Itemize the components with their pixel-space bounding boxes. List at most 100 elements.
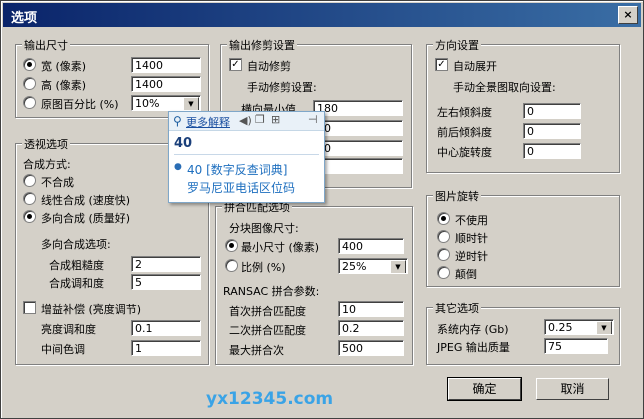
linear-merge-label: 线性合成 (速度快) — [41, 194, 131, 207]
max-match-input[interactable]: 500 — [338, 340, 404, 356]
first-match-label: 首次拼合匹配度 — [229, 305, 306, 318]
manual-crop-label: 手动修剪设置: — [247, 81, 317, 94]
popup-entry-detail: 罗马尼亚电话区位码 — [187, 181, 296, 195]
tile-size-label: 分块图像尺寸: — [229, 222, 299, 235]
max-match-label: 最大拼合次 — [229, 344, 284, 357]
width-label: 宽 (像素) — [41, 60, 87, 73]
speaker-icon[interactable]: ◀) — [239, 114, 252, 127]
blend-label: 合成调和度 — [49, 277, 104, 290]
memory-label: 系统内存 (Gb) — [437, 323, 509, 336]
height-input[interactable]: 1400 — [131, 76, 201, 92]
brightness-label: 亮度调和度 — [41, 323, 96, 336]
auto-crop-label: 自动修剪 — [247, 60, 291, 73]
rough-input[interactable]: 2 — [131, 256, 201, 272]
multi-merge-label: 多向合成 (质量好) — [41, 212, 131, 225]
close-button[interactable]: × — [618, 6, 638, 24]
width-radio[interactable] — [23, 58, 36, 71]
chevron-down-icon[interactable]: ▼ — [596, 321, 612, 334]
popup-toolbar: ⚲ 更多解释 ◀) ❐ ⊞ ⊣ — [169, 112, 324, 131]
fb-tilt-label: 前后倾斜度 — [437, 126, 492, 139]
rotate-label: 图片旋转 — [433, 188, 481, 204]
second-match-label: 二次拼合匹配度 — [229, 324, 306, 337]
midtone-label: 中间色调 — [41, 343, 85, 356]
crop-label: 输出修剪设置 — [227, 37, 297, 53]
percent-radio[interactable] — [23, 96, 36, 109]
blend-input[interactable]: 5 — [131, 274, 201, 290]
title-bar[interactable]: 选项 × — [3, 3, 641, 27]
other-label: 其它选项 — [433, 300, 481, 316]
flip-radio[interactable] — [437, 266, 450, 279]
no-merge-radio[interactable] — [23, 174, 36, 187]
midtone-input[interactable]: 1 — [131, 340, 201, 356]
counterclockwise-radio[interactable] — [437, 248, 450, 261]
no-rotate-radio[interactable] — [437, 212, 450, 225]
window-title: 选项 — [11, 11, 38, 26]
options-dialog: 选项 × 输出尺寸 宽 (像素) 1400 高 (像素) 1400 原图百分比 … — [0, 0, 644, 419]
direction-label: 方向设置 — [433, 37, 481, 53]
min-size-input[interactable]: 400 — [338, 238, 404, 254]
popup-divider — [174, 154, 319, 155]
bullet-icon: ● — [174, 162, 182, 172]
jpeg-quality-label: JPEG 输出质量 — [437, 341, 510, 354]
manual-direction-label: 手动全景图取向设置: — [453, 81, 556, 94]
method-label: 合成方式: — [23, 158, 71, 171]
memory-select[interactable]: 0.25 ▼ — [544, 319, 614, 335]
crop-row4-input[interactable]: 0 — [313, 158, 403, 174]
popup-word: 40 — [174, 136, 193, 151]
crop-row1-input[interactable]: 180 — [313, 100, 403, 116]
lr-tilt-label: 左右倾斜度 — [437, 106, 492, 119]
linear-merge-radio[interactable] — [23, 192, 36, 205]
copy-icon[interactable]: ❐ — [255, 113, 265, 126]
more-explain-link[interactable]: 更多解释 — [186, 114, 230, 130]
crop-row2-input[interactable]: 80 — [313, 120, 403, 136]
counterclockwise-label: 逆时针 — [455, 250, 488, 263]
multi-merge-radio[interactable] — [23, 210, 36, 223]
perspective-label: 透视选项 — [22, 136, 70, 152]
cancel-button[interactable]: 取消 — [536, 378, 609, 400]
center-rotate-label: 中心旋转度 — [437, 146, 492, 159]
ratio-select[interactable]: 25% ▼ — [338, 258, 408, 274]
center-rotate-input[interactable]: 0 — [523, 143, 581, 159]
second-match-input[interactable]: 0.2 — [338, 320, 404, 336]
min-size-label: 最小尺寸 (像素) — [241, 241, 320, 254]
crop-row3-input[interactable]: 00 — [313, 140, 403, 156]
auto-expand-label: 自动展开 — [453, 60, 497, 73]
clockwise-label: 顺时针 — [455, 232, 488, 245]
chevron-down-icon[interactable]: ▼ — [183, 97, 199, 110]
flip-label: 颠倒 — [455, 268, 477, 281]
percent-select-value: 10% — [135, 97, 160, 110]
gain-checkbox[interactable] — [23, 301, 36, 314]
height-radio[interactable] — [23, 77, 36, 90]
brightness-input[interactable]: 0.1 — [131, 320, 201, 336]
dictionary-popup: ⚲ 更多解释 ◀) ❐ ⊞ ⊣ 40 ● 40 [数字反查词典] 罗马尼亚电话区… — [168, 111, 325, 203]
ratio-label: 比例 (%) — [241, 261, 286, 274]
clockwise-radio[interactable] — [437, 230, 450, 243]
multi-options-label: 多向合成选项: — [41, 238, 111, 251]
chevron-down-icon[interactable]: ▼ — [390, 260, 406, 273]
add-icon[interactable]: ⊞ — [271, 113, 280, 126]
memory-select-value: 0.25 — [548, 321, 573, 334]
percent-label: 原图百分比 (%) — [41, 98, 119, 111]
fb-tilt-input[interactable]: 0 — [523, 123, 581, 139]
percent-select[interactable]: 10% ▼ — [131, 95, 201, 111]
popup-entry[interactable]: 40 [数字反查词典] — [187, 161, 287, 178]
no-rotate-label: 不使用 — [455, 214, 488, 227]
output-size-label: 输出尺寸 — [22, 37, 70, 53]
watermark: yx12345.com — [206, 389, 334, 409]
search-icon[interactable]: ⚲ — [173, 114, 182, 128]
height-label: 高 (像素) — [41, 79, 87, 92]
ratio-select-value: 25% — [342, 260, 367, 273]
gain-label: 增益补偿 (亮度调节) — [41, 303, 142, 316]
min-size-radio[interactable] — [225, 239, 238, 252]
auto-crop-checkbox[interactable]: ✓ — [229, 58, 242, 71]
auto-expand-checkbox[interactable]: ✓ — [435, 58, 448, 71]
jpeg-quality-input[interactable]: 75 — [544, 338, 608, 354]
width-input[interactable]: 1400 — [131, 57, 201, 73]
lr-tilt-input[interactable]: 0 — [523, 103, 581, 119]
rough-label: 合成粗糙度 — [49, 259, 104, 272]
ransac-label: RANSAC 拼合参数: — [223, 285, 320, 298]
pin-icon[interactable]: ⊣ — [308, 113, 318, 126]
first-match-input[interactable]: 10 — [338, 301, 404, 317]
ratio-radio[interactable] — [225, 259, 238, 272]
ok-button[interactable]: 确定 — [447, 377, 522, 401]
